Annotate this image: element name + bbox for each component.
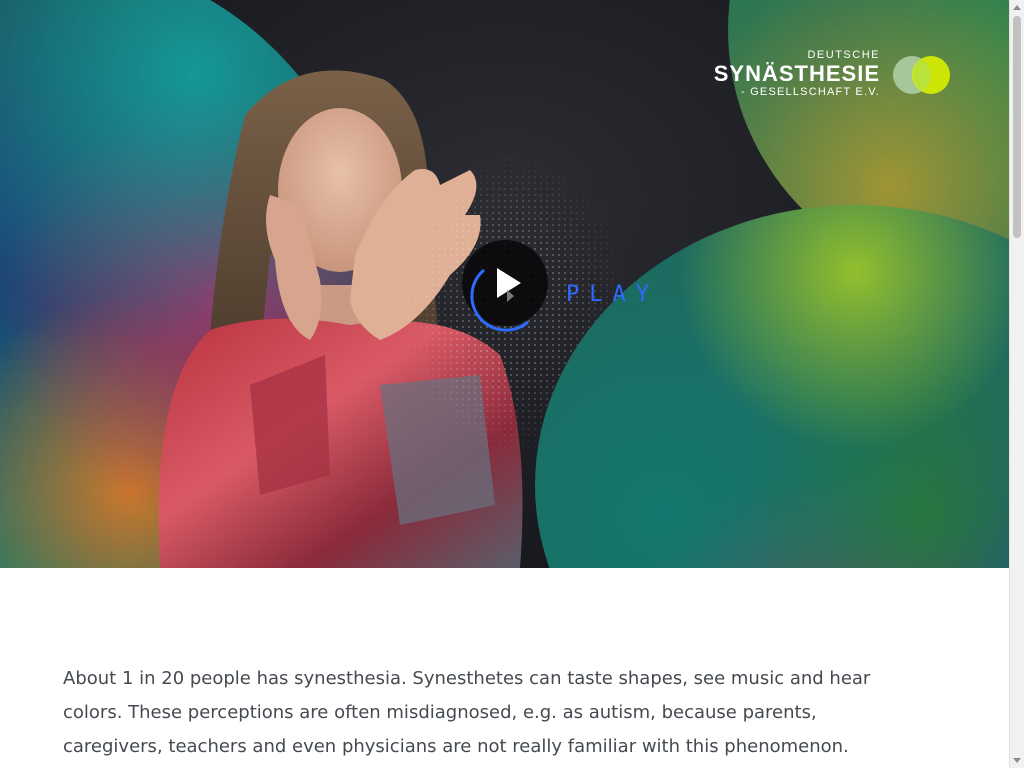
logo-line-bottom: - GESELLSCHAFT E.V.	[741, 86, 880, 98]
play-video-button[interactable]: PLAY	[462, 240, 682, 332]
logo-wordmark: DEUTSCHE SYNÄSTHESIE - GESELLSCHAFT E.V.	[714, 48, 880, 99]
play-label[interactable]: PLAY	[566, 282, 659, 307]
play-triangle-icon	[470, 268, 529, 332]
scrollbar-thumb[interactable]	[1013, 16, 1021, 238]
hero-video-section: DEUTSCHE SYNÄSTHESIE - GESELLSCHAFT E.V.…	[0, 0, 1009, 568]
intro-paragraph: About 1 in 20 people has synesthesia. Sy…	[63, 668, 871, 757]
scroll-up-arrow-icon[interactable]	[1013, 5, 1021, 10]
site-logo[interactable]: DEUTSCHE SYNÄSTHESIE - GESELLSCHAFT E.V.	[714, 48, 952, 104]
logo-circles-icon	[893, 56, 950, 94]
logo-line-top: DEUTSCHE	[807, 49, 880, 61]
scroll-down-arrow-icon[interactable]	[1013, 758, 1021, 763]
logo-line-main: SYNÄSTHESIE	[713, 61, 880, 86]
vertical-scrollbar[interactable]	[1009, 0, 1024, 768]
